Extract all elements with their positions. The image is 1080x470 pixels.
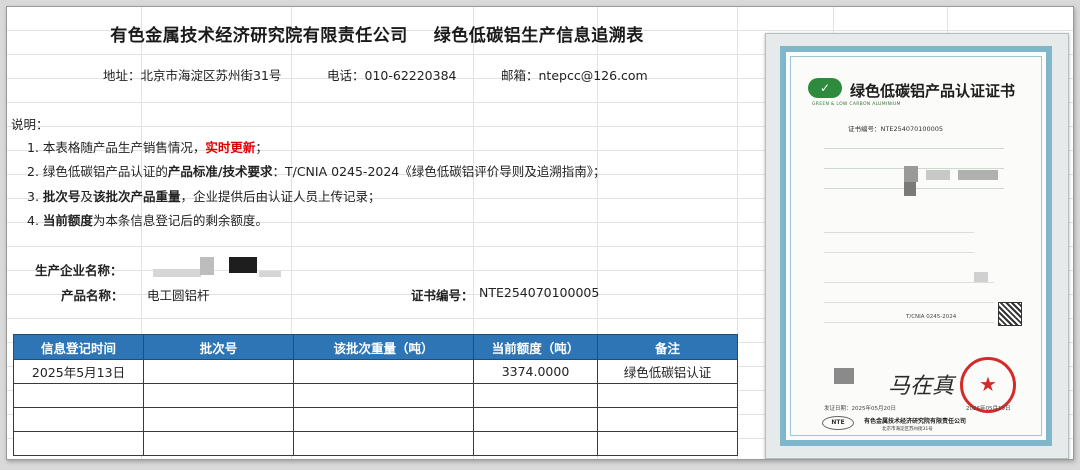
table-cell[interactable] — [293, 431, 474, 456]
signature: 马在真 — [888, 374, 955, 399]
cert-standard: T/CNIA 0245-2024 — [906, 314, 957, 320]
note-1-highlight: 实时更新 — [205, 140, 256, 155]
redacted-block — [834, 368, 854, 384]
qr-code — [998, 302, 1022, 326]
note-2: 2. 绿色低碳铝产品认证的产品标准/技术要求：T/CNIA 0245-2024《… — [27, 161, 606, 180]
certificate-subtitle: GREEN & LOW CARBON ALUMINIUM — [812, 102, 901, 107]
table-cell[interactable] — [293, 383, 474, 408]
certificate-paper: ✓ 绿色低碳铝产品认证证书 GREEN & LOW CARBON ALUMINI… — [780, 46, 1052, 446]
table-cell[interactable] — [473, 431, 598, 456]
nte-logo: NTE — [822, 416, 854, 430]
certificate-image: ✓ 绿色低碳铝产品认证证书 GREEN & LOW CARBON ALUMINI… — [765, 33, 1069, 459]
note-2-prefix: 2. 绿色低碳铝产品认证的 — [27, 164, 168, 179]
product-label: 产品名称： — [61, 288, 124, 303]
note-2-text: ：T/CNIA 0245-2024《绿色低碳铝评价导则及追溯指南》； — [272, 164, 606, 179]
table-row — [13, 431, 738, 456]
table-cell[interactable] — [597, 431, 738, 456]
col-header-batch-no: 批次号 — [143, 334, 294, 360]
address-text: 地址：北京市海淀区苏州街31号 — [103, 68, 282, 83]
table-cell[interactable] — [13, 383, 144, 408]
table-cell[interactable] — [143, 383, 294, 408]
col-header-remark: 备注 — [597, 334, 738, 360]
redacted-block — [904, 182, 916, 196]
email-text: 邮箱：ntepcc@126.com — [501, 68, 648, 83]
table-row — [13, 407, 738, 432]
redacted-block — [200, 257, 214, 275]
note-4-num: 4. — [27, 213, 43, 228]
cert-issuer: 有色金属技术经济研究院有限责任公司 — [864, 418, 967, 425]
note-4-bold: 当前额度 — [42, 213, 93, 228]
note-3-bold-2: 该批次产品重量 — [92, 189, 181, 204]
note-2-bold: 产品标准/技术要求 — [167, 164, 273, 179]
table-cell[interactable]: 2025年5月13日 — [13, 359, 144, 384]
note-1: 1. 本表格随产品生产销售情况，实时更新； — [27, 137, 268, 156]
redacted-block — [958, 170, 998, 180]
note-3-text: ，企业提供后由认证人员上传记录； — [180, 189, 381, 204]
note-3-num: 3. — [27, 189, 43, 204]
certificate-title: 绿色低碳铝产品认证证书 — [850, 82, 1016, 100]
cert-field-line — [824, 298, 994, 303]
col-header-batch-weight: 该批次重量（吨） — [293, 334, 474, 360]
product-value: 电工圆铝杆 — [147, 288, 210, 303]
cert-no-label: 证书编号： — [411, 288, 474, 303]
table-cell[interactable] — [293, 359, 474, 384]
redacted-block — [904, 166, 918, 182]
cert-expiry-date: 2026年05月19日 — [966, 406, 1011, 412]
note-3-bold-1: 批次号 — [42, 189, 81, 204]
redacted-block — [926, 170, 950, 180]
table-cell[interactable] — [143, 359, 294, 384]
table-cell[interactable] — [597, 407, 738, 432]
cert-issue-date: 发证日期：2025年05月20日 — [824, 406, 896, 412]
producer-label: 生产企业名称： — [35, 263, 123, 278]
table-cell[interactable] — [13, 407, 144, 432]
note-1-text: 1. 本表格随产品生产销售情况， — [27, 140, 206, 155]
form-name: 绿色低碳铝生产信息追溯表 — [433, 26, 644, 46]
table-cell[interactable] — [293, 407, 474, 432]
table-cell[interactable]: 3374.0000 — [473, 359, 598, 384]
table-cell[interactable] — [143, 431, 294, 456]
table-row — [13, 383, 738, 408]
cert-issuer-address: 北京市海淀区苏州街31号 — [882, 427, 933, 432]
green-leaf-logo: ✓ — [808, 78, 842, 98]
certificate-number: 证书编号：NTE254070100005 — [848, 125, 944, 133]
table-cell[interactable] — [473, 407, 598, 432]
redacted-text — [153, 269, 201, 277]
company-name: 有色金属技术经济研究院有限责任公司 — [110, 26, 408, 46]
notes-heading: 说明： — [11, 117, 49, 132]
redacted-block — [229, 257, 257, 273]
table-cell[interactable]: 绿色低碳铝认证 — [597, 359, 738, 384]
note-3: 3. 批次号及该批次产品重量，企业提供后由认证人员上传记录； — [27, 186, 380, 205]
table-cell[interactable] — [473, 383, 598, 408]
cert-field-line — [824, 248, 974, 253]
note-3-mid: 及 — [80, 189, 93, 204]
note-4-text: 为本条信息登记后的剩余额度。 — [92, 213, 268, 228]
trace-log-table: 信息登记时间 批次号 该批次重量（吨） 当前额度（吨） 备注 2025年5月13… — [13, 334, 738, 456]
col-header-register-time: 信息登记时间 — [13, 334, 144, 360]
table-cell[interactable] — [13, 431, 144, 456]
cert-field-line — [824, 228, 974, 233]
table-cell[interactable] — [143, 407, 294, 432]
phone-text: 电话：010-62220384 — [327, 68, 457, 83]
spreadsheet-sheet: 有色金属技术经济研究院有限责任公司 绿色低碳铝生产信息追溯表 地址：北京市海淀区苏… — [6, 6, 1074, 460]
note-4: 4. 当前额度为本条信息登记后的剩余额度。 — [27, 210, 268, 229]
cert-no-value: NTE254070100005 — [479, 285, 600, 300]
page-title: 有色金属技术经济研究院有限责任公司 绿色低碳铝生产信息追溯表 — [7, 21, 747, 46]
cert-field-line — [824, 278, 994, 283]
table-row: 2025年5月13日 3374.0000 绿色低碳铝认证 — [13, 359, 738, 384]
cert-field-line — [824, 142, 1004, 149]
table-cell[interactable] — [597, 383, 738, 408]
table-header-row: 信息登记时间 批次号 该批次重量（吨） 当前额度（吨） 备注 — [13, 334, 738, 360]
redacted-text — [259, 271, 281, 277]
note-1-end: ； — [255, 140, 268, 155]
col-header-current-quota: 当前额度（吨） — [473, 334, 598, 360]
